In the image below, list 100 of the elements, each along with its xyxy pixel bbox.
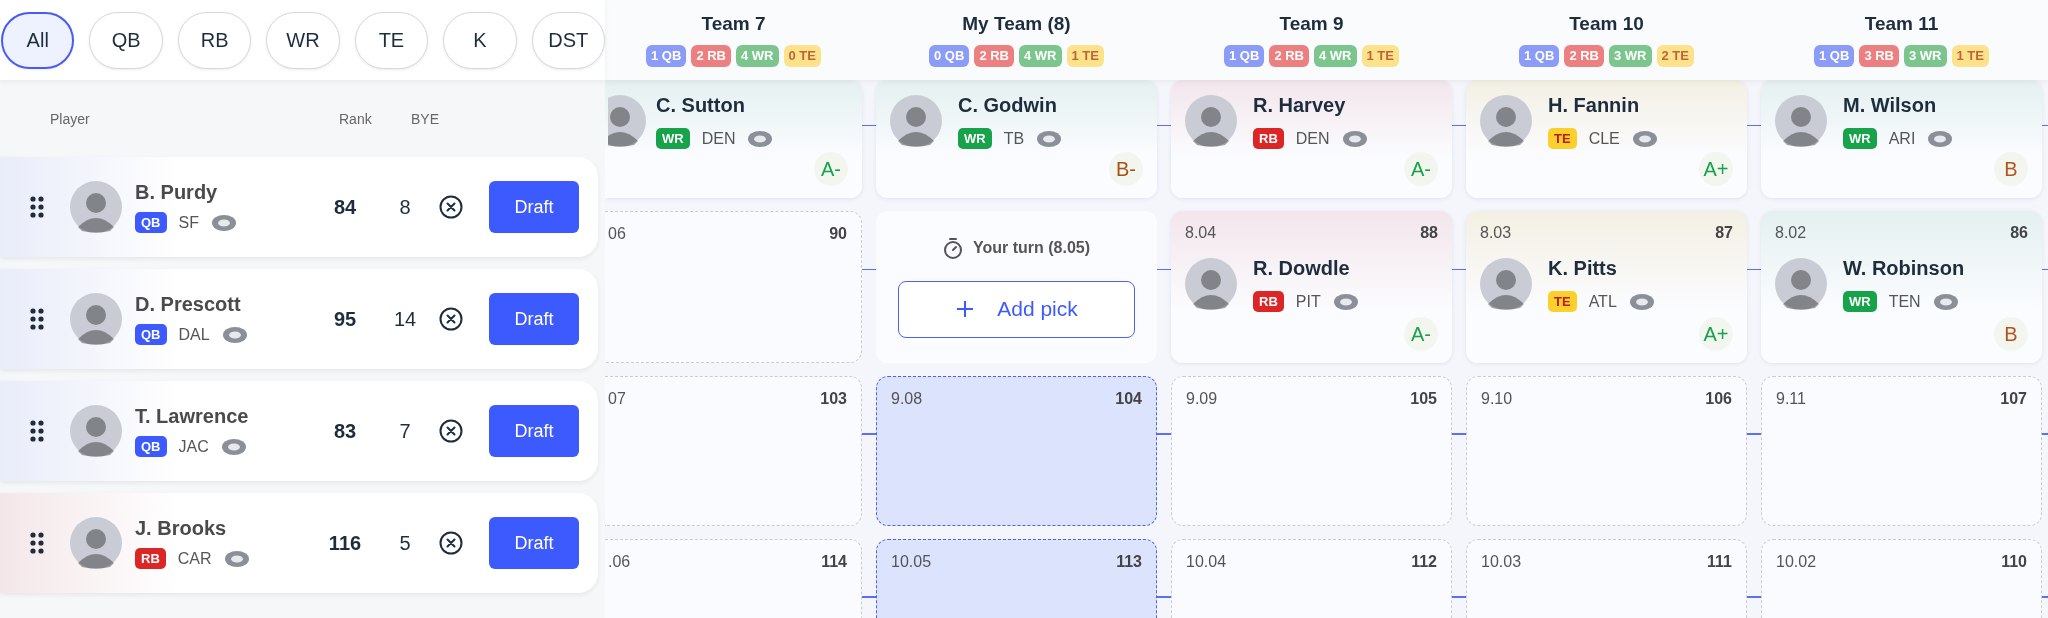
draft-button[interactable]: Draft xyxy=(489,293,579,345)
team-logo-icon xyxy=(1631,129,1658,148)
player-photo-placeholder xyxy=(1480,94,1532,147)
team-abbreviation: PIT xyxy=(1295,292,1321,311)
overall-pick-number: 113 xyxy=(1116,552,1142,572)
team-logo-icon xyxy=(220,437,247,456)
position-count-badge: 1 TE xyxy=(1361,45,1399,67)
grade-label: B- xyxy=(1109,152,1143,186)
overall-pick-number: 112 xyxy=(1411,552,1437,572)
column-header: Rank xyxy=(339,110,373,127)
pick-number: 10.02 xyxy=(1776,552,1817,572)
position-badge: RB xyxy=(1253,291,1284,312)
player-photo-placeholder xyxy=(608,94,646,147)
overall-pick-number: 87 xyxy=(1715,223,1733,243)
position-count-badge: 1 QB xyxy=(1224,45,1265,67)
player-name: R. Dowdle xyxy=(1253,256,1351,281)
position-badge: WR xyxy=(1843,128,1877,149)
position-count-badge: 4 WR xyxy=(1019,45,1062,67)
bye-week: 14 xyxy=(392,307,418,331)
position-count-badge: 4 WR xyxy=(736,45,779,67)
position-badge: RB xyxy=(1253,128,1284,149)
draft-button[interactable]: Draft xyxy=(489,181,579,233)
grade-label: A- xyxy=(1404,152,1438,186)
player-name: J. Brooks xyxy=(135,517,228,540)
bye-week: 7 xyxy=(398,419,412,443)
position-badge: WR xyxy=(1843,291,1877,312)
position-count-badge: 3 WR xyxy=(1904,45,1947,67)
position-count-badge: 2 RB xyxy=(974,45,1014,67)
position-badge: QB xyxy=(135,436,167,457)
drag-handle-icon[interactable] xyxy=(30,196,44,218)
overall-pick-number: 103 xyxy=(820,389,847,409)
player-photo-placeholder xyxy=(70,517,122,569)
position-filter-chip[interactable]: TE xyxy=(354,11,429,69)
player-name: T. Lawrence xyxy=(135,405,250,428)
grade-label: B xyxy=(1994,317,2028,351)
position-count-badge: 2 RB xyxy=(1564,45,1604,67)
player-name: R. Harvey xyxy=(1253,93,1347,118)
position-filter-chip[interactable]: QB xyxy=(89,11,163,69)
player-name: M. Wilson xyxy=(1843,93,1938,118)
position-filter-chip[interactable]: RB xyxy=(177,11,252,69)
team-abbreviation: CAR xyxy=(177,549,212,568)
player-photo-placeholder xyxy=(1775,257,1827,310)
team-logo-icon xyxy=(210,213,237,232)
player-photo-placeholder xyxy=(1185,257,1237,310)
remove-icon[interactable] xyxy=(439,307,463,331)
plus-icon xyxy=(955,299,976,319)
overall-pick-number: 86 xyxy=(2010,223,2028,243)
team-abbreviation: CLE xyxy=(1588,129,1620,148)
pick-number: 8.02 xyxy=(1775,223,1807,243)
drag-handle-icon[interactable] xyxy=(30,420,44,442)
position-count-badge: 1 QB xyxy=(1814,45,1855,67)
draft-button[interactable]: Draft xyxy=(489,517,579,569)
position-badge: WR xyxy=(958,128,992,149)
pick-number: 10.03 xyxy=(1481,552,1522,572)
team-abbreviation: TB xyxy=(1003,129,1025,148)
position-filter-chip[interactable]: K xyxy=(443,11,517,69)
column-header: Player xyxy=(50,110,91,127)
draft-button[interactable]: Draft xyxy=(489,405,579,457)
team-abbreviation: DEN xyxy=(701,129,736,148)
position-count-badge: 0 TE xyxy=(783,45,821,67)
position-filter-chip[interactable]: DST xyxy=(531,11,605,69)
player-photo-placeholder xyxy=(1185,94,1237,147)
overall-pick-number: 104 xyxy=(1115,389,1142,409)
pick-number: 9.10 xyxy=(1481,389,1513,409)
column-header: BYE xyxy=(411,110,439,127)
grade-label: B xyxy=(1994,152,2028,186)
remove-icon[interactable] xyxy=(439,195,463,219)
pick-number: 06 xyxy=(608,224,626,244)
overall-pick-number: 114 xyxy=(821,552,847,572)
stopwatch-icon xyxy=(942,236,963,259)
player-photo-placeholder xyxy=(1775,94,1827,147)
position-badge: RB xyxy=(135,548,166,569)
player-name: B. Purdy xyxy=(135,181,219,204)
bye-week: 8 xyxy=(398,195,412,219)
position-count-badge: 2 RB xyxy=(1269,45,1309,67)
team-abbreviation: ATL xyxy=(1588,292,1617,311)
grade-label: A- xyxy=(814,152,848,186)
position-count-badge: 4 WR xyxy=(1314,45,1357,67)
position-count-badge: 1 TE xyxy=(1951,45,1989,67)
pick-number: .06 xyxy=(608,552,631,572)
team-name: Team 7 xyxy=(701,12,766,36)
team-name: My Team (8) xyxy=(962,12,1071,36)
position-count-badge: 1 TE xyxy=(1066,45,1104,67)
grade-label: A+ xyxy=(1699,317,1733,351)
player-rank: 116 xyxy=(327,531,363,555)
remove-icon[interactable] xyxy=(439,531,463,555)
overall-pick-number: 107 xyxy=(2000,389,2027,409)
drag-handle-icon[interactable] xyxy=(30,308,44,330)
position-filter-chip[interactable]: WR xyxy=(266,11,340,69)
turn-status-text: Your turn (8.05) xyxy=(972,238,1090,257)
overall-pick-number: 110 xyxy=(2001,552,2027,572)
team-abbreviation: DAL xyxy=(178,325,210,344)
team-abbreviation: JAC xyxy=(178,437,209,456)
position-count-badge: 1 QB xyxy=(1519,45,1560,67)
position-badge: QB xyxy=(135,212,167,233)
add-pick-button[interactable]: Add pick xyxy=(898,280,1135,338)
drag-handle-icon[interactable] xyxy=(30,532,44,554)
position-filter-chip[interactable]: All xyxy=(1,11,75,69)
team-abbreviation: TEN xyxy=(1888,292,1921,311)
remove-icon[interactable] xyxy=(439,419,463,443)
